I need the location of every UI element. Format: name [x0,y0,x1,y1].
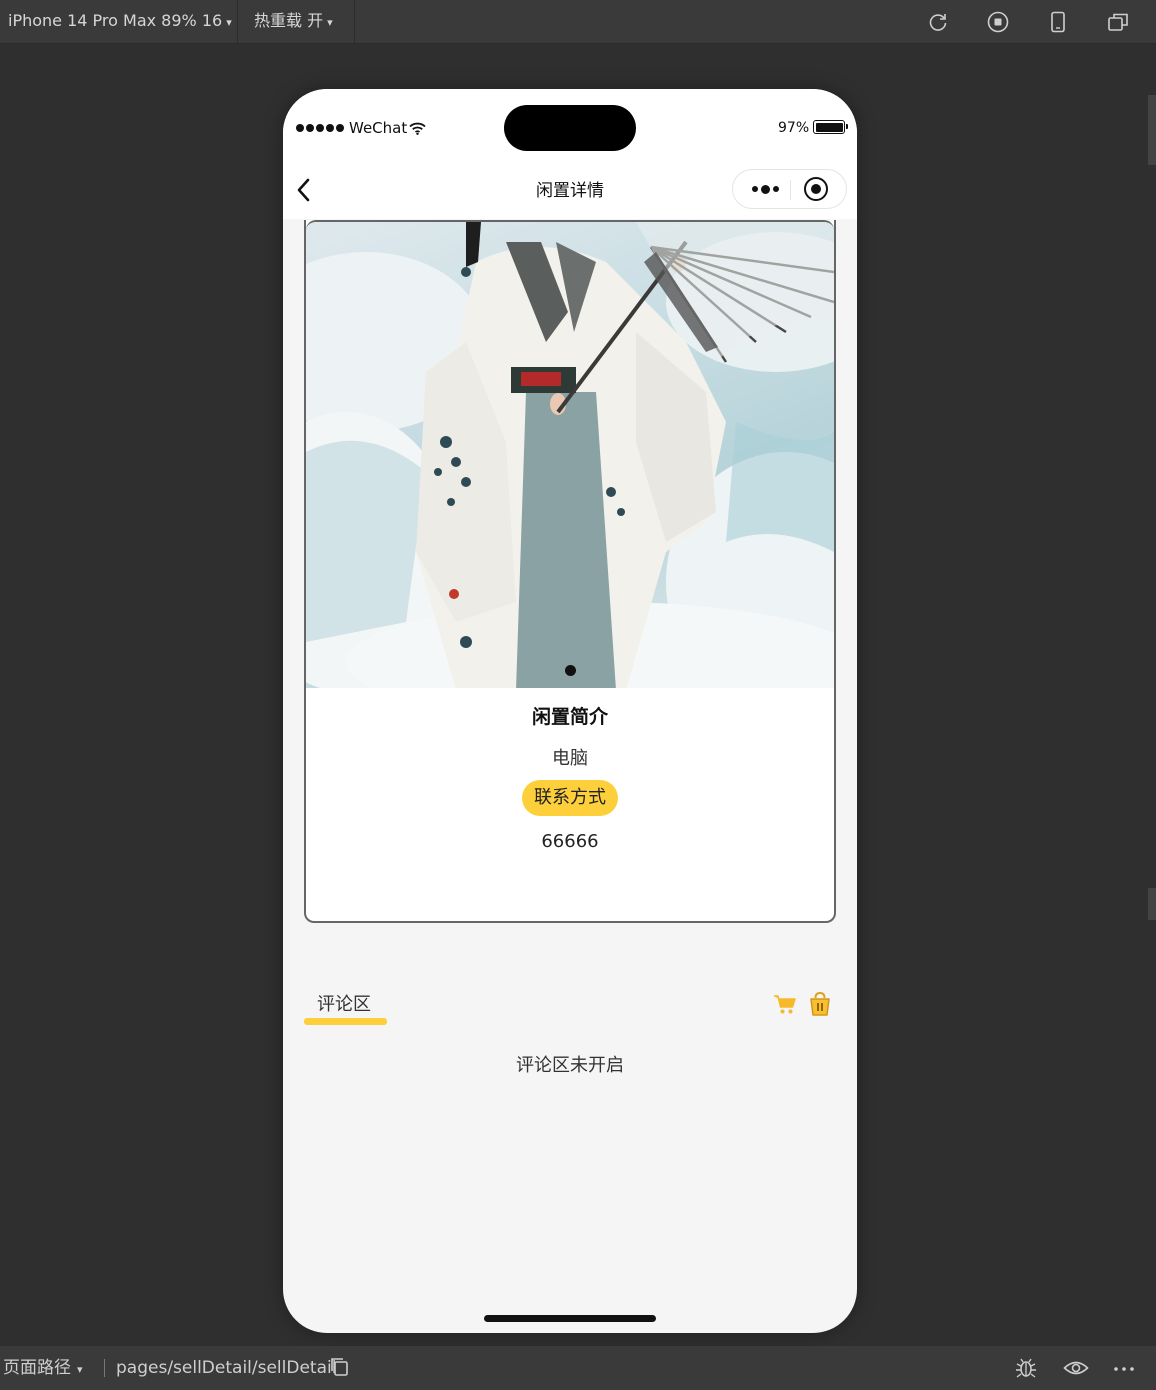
bottom-divider [104,1359,105,1377]
more-options-icon[interactable] [1112,1356,1136,1380]
hot-reload-toggle[interactable]: 热重载 开 ▾ [246,0,341,44]
battery-icon [813,120,848,134]
dynamic-island [504,105,636,151]
shopping-cart-icon[interactable] [773,992,797,1016]
hot-reload-label: 热重载 开 [254,11,324,30]
contact-value: 66666 [541,831,599,852]
page-path-selector[interactable]: 页面路径 ▾ [3,1346,83,1390]
chevron-down-icon: ▾ [327,16,333,29]
contact-button[interactable]: 联系方式 [522,780,618,816]
item-photo [306,222,834,688]
device-label: iPhone 14 Pro Max 89% 16 [8,11,223,30]
signal-strength-icon [296,124,344,132]
debug-bug-icon[interactable] [1014,1356,1038,1380]
tab-active-underline [304,1018,387,1025]
more-dots-icon[interactable] [745,170,785,208]
mini-program-capsule [732,169,847,209]
chevron-down-icon: ▾ [77,1363,83,1376]
device-selector[interactable]: iPhone 14 Pro Max 89% 16 ▾ [0,0,240,44]
capsule-divider [790,180,791,200]
home-indicator [484,1315,656,1322]
scrollbar-thumb[interactable] [1148,888,1156,920]
item-photo-swiper[interactable] [306,220,834,688]
shopping-basket-icon[interactable] [809,991,831,1017]
signal-indicator: WeChat [296,119,426,137]
toolbar-divider [354,0,355,44]
tab-comments[interactable]: 评论区 [317,990,371,1016]
simulator-toolbar: iPhone 14 Pro Max 89% 16 ▾ 热重载 开 ▾ [0,0,1156,44]
chevron-down-icon: ▾ [226,16,232,29]
wifi-icon [409,122,426,135]
navigation-bar: 闲置详情 [283,161,857,219]
refresh-icon[interactable] [926,10,950,34]
simulator-bottom-bar: 页面路径 ▾ pages/sellDetail/sellDetail [0,1346,1156,1390]
status-bar: WeChat 97% [283,89,857,161]
stop-icon[interactable] [986,10,1010,34]
page-path-label: 页面路径 [3,1358,71,1378]
toolbar-divider [237,0,238,44]
preview-eye-icon[interactable] [1063,1356,1089,1380]
battery-percentage: 97% [778,120,810,136]
close-target-icon[interactable] [804,177,828,201]
phone-frame: WeChat 97% 闲置详情 闲置简介 电脑 联系方式 66666 评论区 评… [283,89,857,1333]
window-icon[interactable] [1106,10,1130,34]
intro-text: 电脑 [552,748,588,769]
item-detail-card: 闲置简介 电脑 联系方式 66666 [304,220,836,923]
intro-title: 闲置简介 [531,706,608,728]
copy-icon[interactable] [329,1356,353,1380]
phone-icon[interactable] [1046,10,1070,34]
page-path-value: pages/sellDetail/sellDetail [116,1358,337,1378]
swiper-dot-indicator[interactable] [565,665,576,676]
scrollbar-thumb[interactable] [1148,95,1156,165]
back-arrow-icon[interactable] [293,176,319,204]
comments-empty-message: 评论区未开启 [516,1055,624,1076]
carrier-name: WeChat [349,119,408,137]
